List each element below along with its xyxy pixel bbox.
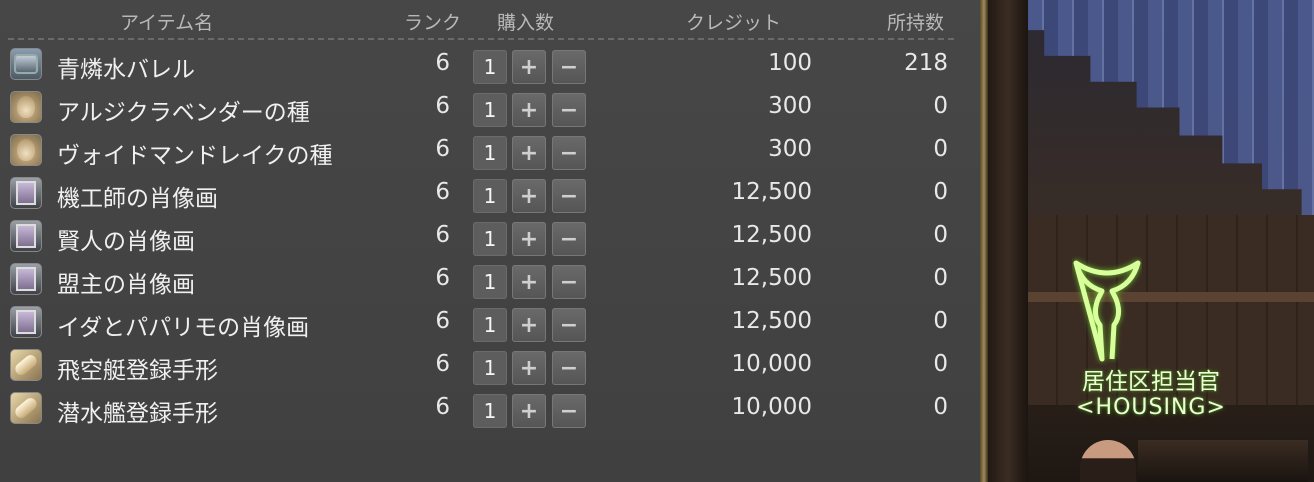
increase-quantity-button[interactable]: + [512, 179, 546, 213]
decrease-quantity-button[interactable]: − [552, 136, 586, 170]
increase-quantity-button[interactable]: + [512, 222, 546, 256]
header-owned[interactable]: 所持数 [887, 8, 944, 35]
scroll-icon[interactable] [10, 349, 42, 381]
item-credit-price: 300 [768, 93, 812, 119]
item-credit-price: 100 [768, 50, 812, 76]
decrease-quantity-button[interactable]: − [552, 394, 586, 428]
item-rank: 6 [435, 93, 450, 119]
item-name: 飛空艇登録手形 [57, 358, 218, 384]
item-name: ヴォイドマンドレイクの種 [57, 143, 333, 169]
decrease-quantity-button[interactable]: − [552, 222, 586, 256]
portrait-icon[interactable] [10, 263, 42, 295]
item-owned-count: 0 [933, 394, 948, 420]
item-rank: 6 [435, 308, 450, 334]
item-credit-price: 300 [768, 136, 812, 162]
quantity-input[interactable]: 1 [473, 351, 507, 385]
item-owned-count: 0 [933, 179, 948, 205]
item-owned-count: 0 [933, 308, 948, 334]
item-rank: 6 [435, 222, 450, 248]
quantity-input[interactable]: 1 [473, 265, 507, 299]
quantity-input[interactable]: 1 [473, 308, 507, 342]
game-scene[interactable]: 居住区担当官 <HOUSING> [988, 0, 1314, 482]
increase-quantity-button[interactable]: + [512, 351, 546, 385]
item-credit-price: 12,500 [731, 179, 812, 205]
decrease-quantity-button[interactable]: − [552, 265, 586, 299]
npc-title-label[interactable]: <HOUSING> [988, 395, 1314, 420]
item-owned-count: 0 [933, 222, 948, 248]
window-border [980, 0, 988, 482]
increase-quantity-button[interactable]: + [512, 136, 546, 170]
item-owned-count: 0 [933, 136, 948, 162]
decrease-quantity-button[interactable]: − [552, 308, 586, 342]
item-row[interactable]: 潜水艦登録手形 6 1 + − 10,000 0 [0, 388, 960, 431]
decrease-quantity-button[interactable]: − [552, 351, 586, 385]
item-rank: 6 [435, 265, 450, 291]
increase-quantity-button[interactable]: + [512, 308, 546, 342]
npc-character[interactable] [1080, 440, 1136, 482]
decrease-quantity-button[interactable]: − [552, 50, 586, 84]
increase-quantity-button[interactable]: + [512, 50, 546, 84]
shop-panel: アイテム名 ランク 購入数 クレジット 所持数 青燐水バレル 6 1 + − 1… [0, 0, 980, 482]
header-rank[interactable]: ランク [404, 8, 461, 35]
increase-quantity-button[interactable]: + [512, 93, 546, 127]
decrease-quantity-button[interactable]: − [552, 93, 586, 127]
quantity-input[interactable]: 1 [473, 394, 507, 428]
portrait-icon[interactable] [10, 177, 42, 209]
item-name: 青燐水バレル [57, 57, 195, 83]
item-credit-price: 10,000 [731, 394, 812, 420]
ceruleum-barrel-icon[interactable] [10, 48, 42, 80]
quantity-input[interactable]: 1 [473, 222, 507, 256]
item-name: アルジクラベンダーの種 [57, 100, 310, 126]
header-item-name[interactable]: アイテム名 [120, 8, 213, 35]
item-name: 賢人の肖像画 [57, 229, 195, 255]
striped-awning [998, 0, 1314, 215]
item-row[interactable]: 青燐水バレル 6 1 + − 100 218 [0, 44, 960, 87]
quantity-input[interactable]: 1 [473, 93, 507, 127]
item-credit-price: 12,500 [731, 308, 812, 334]
header-credit[interactable]: クレジット [686, 8, 781, 35]
item-row[interactable]: 飛空艇登録手形 6 1 + − 10,000 0 [0, 345, 960, 388]
item-name: イダとパパリモの肖像画 [57, 315, 310, 341]
quantity-input[interactable]: 1 [473, 50, 507, 84]
decrease-quantity-button[interactable]: − [552, 179, 586, 213]
increase-quantity-button[interactable]: + [512, 265, 546, 299]
header-divider [8, 38, 954, 40]
item-credit-price: 10,000 [731, 351, 812, 377]
item-rank: 6 [435, 50, 450, 76]
npc-marker-icon[interactable] [1072, 255, 1142, 365]
item-owned-count: 0 [933, 265, 948, 291]
portrait-icon[interactable] [10, 220, 42, 252]
seed-bag-icon[interactable] [10, 134, 42, 166]
item-row[interactable]: 賢人の肖像画 6 1 + − 12,500 0 [0, 216, 960, 259]
item-owned-count: 0 [933, 351, 948, 377]
increase-quantity-button[interactable]: + [512, 394, 546, 428]
item-row[interactable]: 盟主の肖像画 6 1 + − 12,500 0 [0, 259, 960, 302]
item-row[interactable]: イダとパパリモの肖像画 6 1 + − 12,500 0 [0, 302, 960, 345]
item-name: 盟主の肖像画 [57, 272, 195, 298]
item-row[interactable]: 機工師の肖像画 6 1 + − 12,500 0 [0, 173, 960, 216]
table-header: アイテム名 ランク 購入数 クレジット 所持数 [0, 0, 960, 38]
item-owned-count: 0 [933, 93, 948, 119]
item-credit-price: 12,500 [731, 222, 812, 248]
item-rank: 6 [435, 179, 450, 205]
npc-name-label[interactable]: 居住区担当官 [988, 362, 1314, 396]
item-owned-count: 218 [904, 50, 948, 76]
item-credit-price: 12,500 [731, 265, 812, 291]
background-props [1138, 440, 1308, 482]
quantity-input[interactable]: 1 [473, 136, 507, 170]
seed-bag-icon[interactable] [10, 91, 42, 123]
quantity-input[interactable]: 1 [473, 179, 507, 213]
item-rank: 6 [435, 136, 450, 162]
item-rank: 6 [435, 351, 450, 377]
item-name: 潜水艦登録手形 [57, 401, 218, 427]
header-quantity: 購入数 [497, 12, 555, 34]
item-row[interactable]: ヴォイドマンドレイクの種 6 1 + − 300 0 [0, 130, 960, 173]
portrait-icon[interactable] [10, 306, 42, 338]
item-rank: 6 [435, 394, 450, 420]
shelf [1028, 292, 1314, 302]
item-row[interactable]: アルジクラベンダーの種 6 1 + − 300 0 [0, 87, 960, 130]
item-name: 機工師の肖像画 [57, 186, 218, 212]
scroll-icon[interactable] [10, 392, 42, 424]
